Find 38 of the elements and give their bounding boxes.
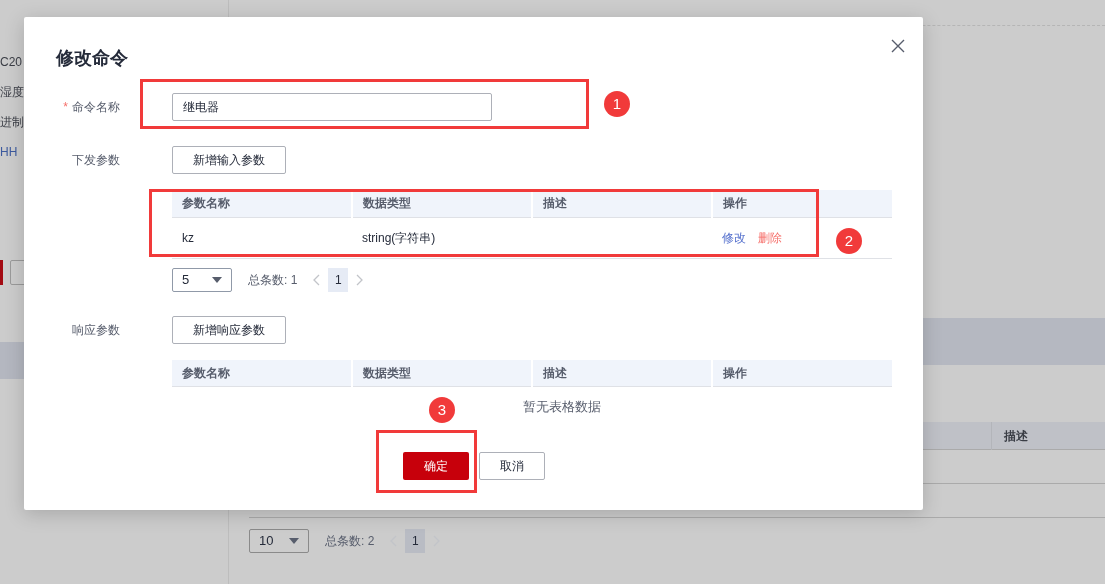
dialog-title: 修改命令 <box>56 47 129 69</box>
column-header: 描述 <box>532 359 712 387</box>
cancel-button[interactable]: 取消 <box>479 451 545 480</box>
total-count: 总条数: 1 <box>248 271 298 289</box>
page-number[interactable]: 1 <box>328 267 349 292</box>
caret-icon <box>289 538 299 544</box>
page-size-select[interactable]: 5 <box>172 267 232 292</box>
field-label: 响应参数 <box>72 322 120 337</box>
required-mark: * <box>63 100 68 114</box>
column-header: 描述 <box>532 190 712 217</box>
table-cell: kz <box>172 217 352 258</box>
side-text: 湿度 <box>0 84 24 101</box>
page-number[interactable]: 1 <box>405 529 426 553</box>
chevron-right-icon <box>356 273 364 286</box>
field-label: 下发参数 <box>72 153 120 167</box>
edit-link[interactable]: 修改 <box>722 228 746 247</box>
column-header: 数据类型 <box>352 190 532 217</box>
name-input[interactable]: 继电器 <box>172 93 492 121</box>
table-cell: string(字符串) <box>352 217 532 258</box>
field-label: 命令名称 <box>72 100 120 114</box>
column-header: 参数名称 <box>172 359 352 387</box>
add-parameter-button[interactable]: 新增输入参数 <box>172 146 286 174</box>
column-header: 数据类型 <box>352 359 532 387</box>
side-text: C20 <box>0 54 22 71</box>
close-icon <box>891 38 905 53</box>
column-header: 操作 <box>712 359 892 387</box>
column-header: 参数名称 <box>172 190 352 217</box>
page-size-select[interactable]: 10 <box>249 529 309 553</box>
column-header: 描述 <box>991 422 1105 450</box>
confirm-button[interactable]: 确定 <box>403 451 469 480</box>
caret-icon <box>212 276 222 283</box>
side-link[interactable]: HH <box>0 142 18 172</box>
column-header: 操作 <box>712 190 892 217</box>
add-parameter-button[interactable]: 新增响应参数 <box>172 315 286 344</box>
side-text: 进制 <box>0 114 24 131</box>
chevron-left-icon <box>313 273 321 286</box>
total-count: 总条数: 2 <box>325 533 375 550</box>
empty-message: 暂无表格数据 <box>523 398 601 416</box>
